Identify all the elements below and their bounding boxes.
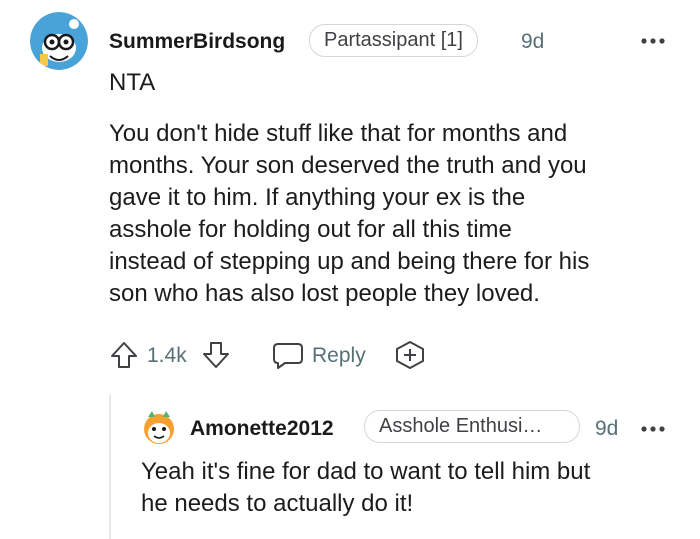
upvote-arrow-icon <box>111 342 137 368</box>
comment-username[interactable]: SummerBirdsong <box>109 30 285 54</box>
reply-body: Yeah it's fine for dad to want to tell h… <box>141 456 691 520</box>
comment-line: gave it to him. If anything your ex is t… <box>109 184 526 211</box>
comment-line: asshole for holding out for all this tim… <box>109 216 512 243</box>
reply-timestamp[interactable]: 9d <box>595 417 618 441</box>
comment-line: son who has also lost people they loved. <box>109 280 540 307</box>
more-dots-icon <box>641 426 665 432</box>
reply-label[interactable]: Reply <box>312 344 366 368</box>
downvote-arrow-icon <box>203 342 229 368</box>
comment-bubble-icon <box>273 343 303 369</box>
reply-username[interactable]: Amonette2012 <box>190 417 334 441</box>
more-dots-icon <box>641 38 665 44</box>
comment-line: You don't hide stuff like that for month… <box>109 120 568 147</box>
reply-line: Yeah it's fine for dad to want to tell h… <box>141 458 591 485</box>
more-options-button[interactable] <box>640 414 666 440</box>
comment-line: months. Your son deserved the truth and … <box>109 152 587 179</box>
reply-avatar[interactable] <box>142 409 176 447</box>
more-options-button[interactable] <box>640 26 666 52</box>
reply-button[interactable] <box>272 340 304 370</box>
avatar[interactable] <box>30 12 88 70</box>
snoo-avatar-icon <box>144 411 174 444</box>
add-award-icon <box>396 341 424 369</box>
comment-body: You don't hide stuff like that for month… <box>109 118 689 310</box>
reply-line: he needs to actually do it! <box>141 490 414 517</box>
vote-count: 1.4k <box>147 344 187 367</box>
user-flair: Partassipant [1] <box>309 24 478 57</box>
upvote-button[interactable] <box>109 340 139 370</box>
comment-timestamp[interactable]: 9d <box>521 30 544 54</box>
thread-line[interactable] <box>109 395 111 539</box>
comment-title-text: NTA <box>109 69 156 96</box>
award-button[interactable] <box>394 340 426 370</box>
comment-line: instead of stepping up and being there f… <box>109 248 590 275</box>
user-flair: Asshole Enthusi… <box>364 410 580 443</box>
downvote-button[interactable] <box>201 340 231 370</box>
snoo-avatar-icon <box>30 12 88 70</box>
